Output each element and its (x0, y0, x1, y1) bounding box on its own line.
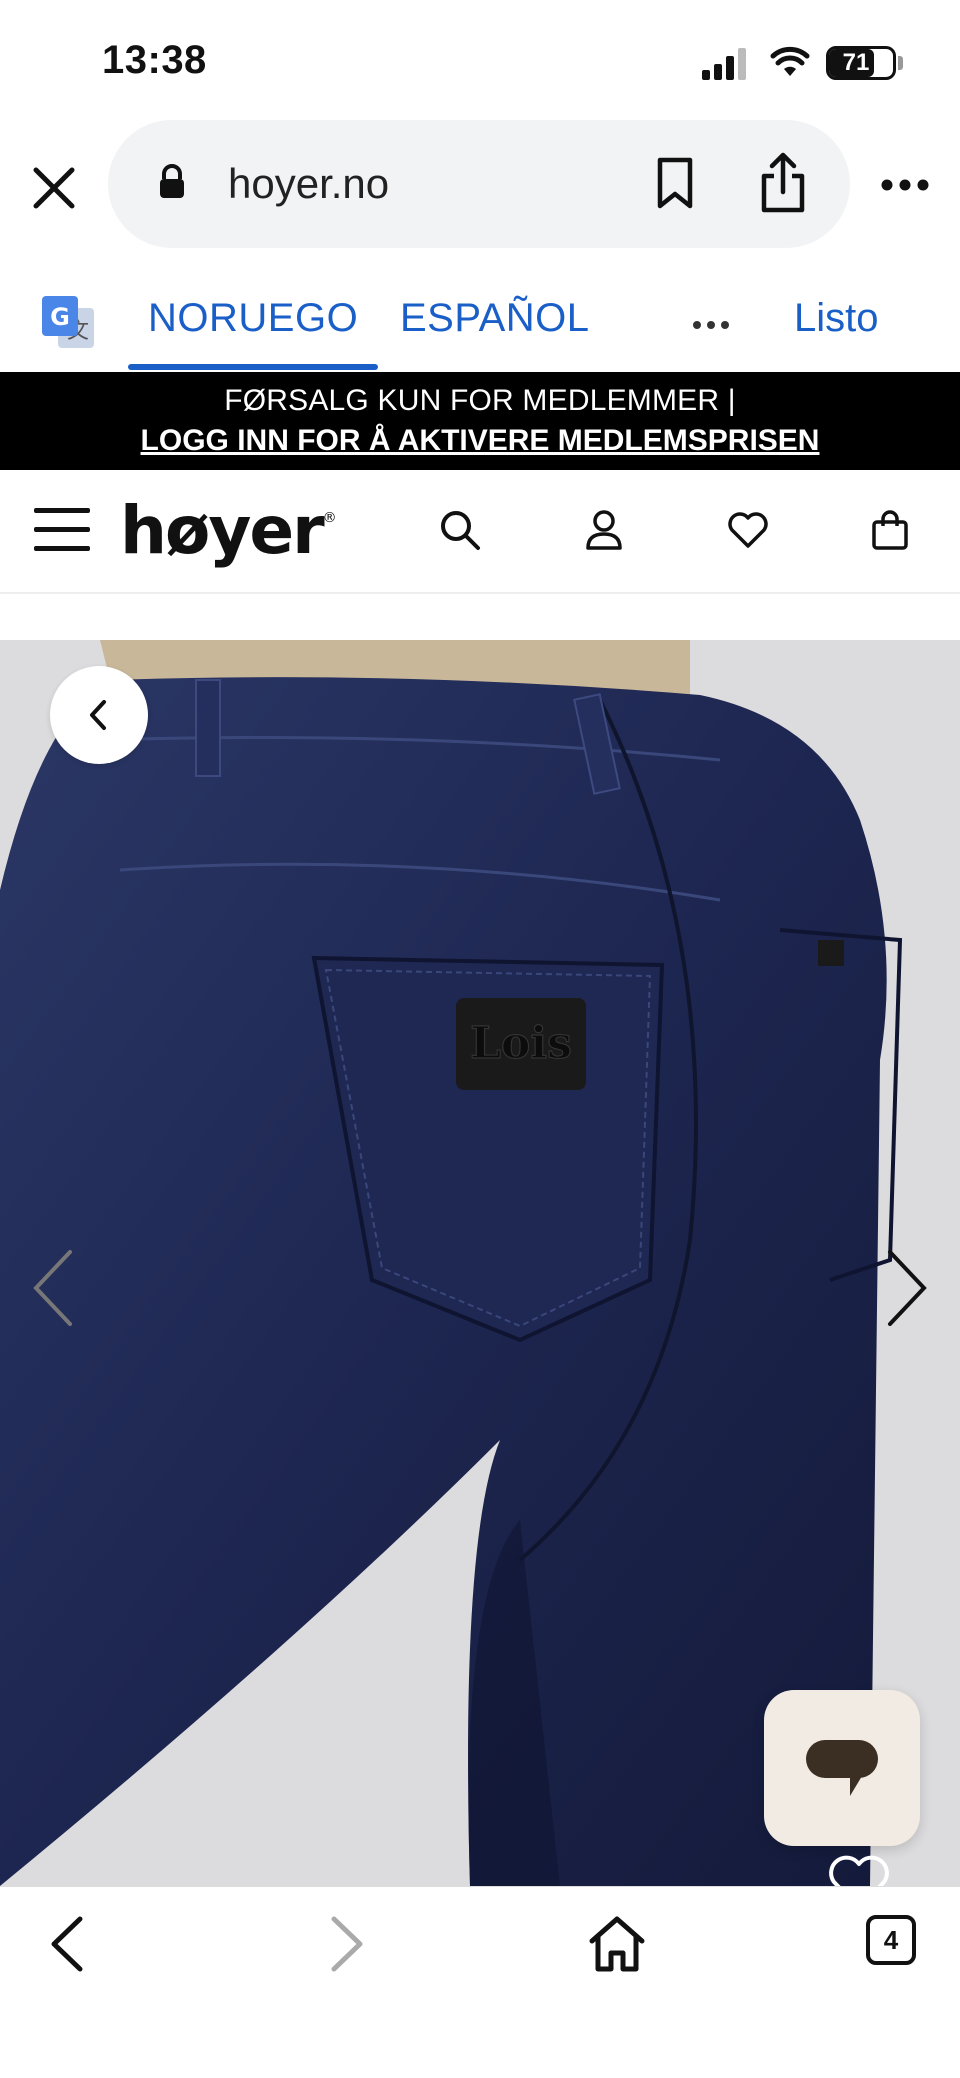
tabs-icon[interactable]: 4 (866, 1915, 916, 1965)
chat-button[interactable] (764, 1690, 920, 1846)
back-arrow-icon (90, 700, 106, 730)
signal-icon (702, 46, 750, 80)
more-icon[interactable] (880, 178, 930, 192)
site-header: høyer® (0, 470, 960, 594)
share-icon[interactable] (758, 152, 808, 214)
forward-icon[interactable] (312, 1913, 374, 1975)
home-icon[interactable] (586, 1913, 648, 1975)
product-gallery[interactable]: Lois (0, 640, 960, 1886)
bookmark-icon[interactable] (654, 156, 696, 210)
logo-registered-mark: ® (322, 510, 337, 526)
close-icon[interactable] (28, 162, 80, 214)
tab-target-language[interactable]: ESPAÑOL (400, 296, 590, 341)
account-icon[interactable] (582, 508, 626, 552)
battery-nub (898, 56, 903, 70)
bottom-toolbar: 4 (0, 1886, 960, 2078)
prev-arrow-icon[interactable] (30, 1248, 76, 1328)
menu-icon[interactable] (34, 506, 90, 554)
address-field[interactable]: hoyer.no (108, 120, 850, 248)
done-button[interactable]: Listo (794, 296, 879, 341)
site-logo[interactable]: høyer® (120, 492, 337, 569)
promo-login-link[interactable]: LOGG INN FOR Å AKTIVERE MEDLEMSPRISEN (0, 424, 960, 458)
url-bar: hoyer.no (0, 120, 960, 248)
translate-more-icon[interactable] (692, 320, 730, 330)
chat-icon (806, 1740, 878, 1796)
heart-icon[interactable] (826, 1852, 892, 1886)
wishlist-icon[interactable] (726, 508, 770, 552)
lock-icon (160, 164, 184, 198)
back-icon[interactable] (40, 1913, 102, 1975)
cart-icon[interactable] (868, 508, 912, 552)
back-arrow-button[interactable] (50, 666, 148, 764)
url-text[interactable]: hoyer.no (228, 160, 389, 208)
selected-tab-indicator (128, 364, 378, 370)
search-icon[interactable] (438, 508, 482, 552)
brand-patch: Lois (470, 1018, 572, 1069)
content-gap (0, 594, 960, 640)
logo-text: høyer (120, 492, 325, 569)
promo-text: FØRSALG KUN FOR MEDLEMMER | (224, 384, 736, 417)
battery-icon: 71 (826, 46, 896, 80)
battery-level: 71 (842, 49, 870, 76)
status-bar: 13:38 71 (0, 0, 960, 120)
next-arrow-icon[interactable] (884, 1248, 930, 1328)
translate-bar: 文 G NORUEGO ESPAÑOL Listo (0, 270, 960, 372)
svg-text:G: G (50, 303, 70, 331)
promo-banner: FØRSALG KUN FOR MEDLEMMER | LOGG INN FOR… (0, 372, 960, 470)
google-translate-icon[interactable]: 文 G (40, 294, 96, 350)
tab-source-language[interactable]: NORUEGO (148, 296, 358, 341)
wifi-icon (770, 46, 810, 76)
status-time: 13:38 (102, 38, 207, 82)
